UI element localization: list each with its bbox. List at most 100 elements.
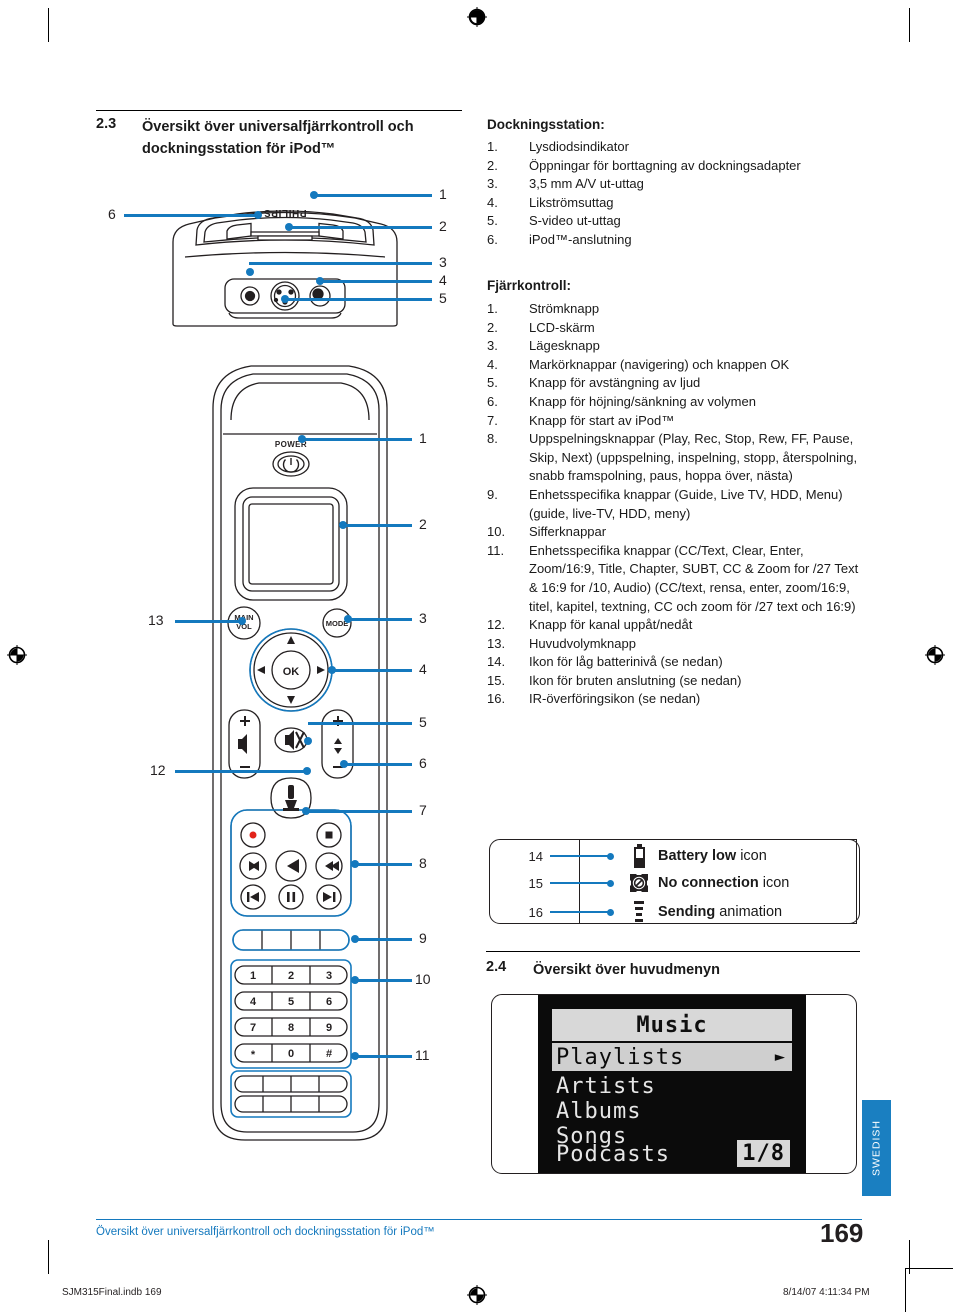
svg-text:9: 9: [326, 1022, 332, 1034]
dock-callout-dot-4: [316, 277, 324, 285]
list-item: 4. Markörknappar (navigering) och knappen…: [487, 356, 869, 375]
list-item: 6. Knapp för höjning/sänkning av volymen: [487, 393, 869, 412]
list-item: 6. iPod™-anslutning: [487, 231, 877, 250]
legend-label-sending: Sending animation: [658, 904, 782, 920]
remote-list: 1. Strömknapp 2. LCD-skärm 3. Lägesknapp 4.…: [487, 300, 869, 709]
list-item-number: 5.: [487, 213, 498, 229]
list-item-text: Likströmsuttag: [529, 194, 614, 210]
list-item-text: iPod™-anslutning: [529, 231, 632, 247]
svg-text:7: 7: [250, 1022, 256, 1034]
list-item: 14. Ikon för låg batterinivå (se nedan): [487, 653, 869, 672]
list-item-number: 5.: [487, 375, 498, 391]
legend-leader-dot: [607, 908, 614, 916]
remote-callout-line-8: [355, 863, 412, 866]
list-item-text: IR-överföringsikon (se nedan): [529, 691, 701, 707]
battery-low-icon: [624, 844, 654, 868]
remote-callout-number-3: 3: [419, 610, 427, 626]
section-23-title-line2: dockningsstation för iPod™: [142, 141, 336, 157]
legend-leader-line: [550, 881, 608, 885]
legend-number-14: 14: [528, 848, 543, 864]
legend-leader-dot: [607, 879, 614, 887]
remote-callout-number-4: 4: [419, 661, 427, 677]
list-item-text: Enhetsspecifika knappar (CC/Text, Clear,…: [529, 542, 859, 614]
list-item: 12. Knapp för kanal uppåt/nedåt: [487, 616, 869, 635]
list-item-text: Knapp för start av iPod™: [529, 412, 675, 428]
remote-callout-number-9: 9: [419, 930, 427, 946]
list-item-number: 16.: [487, 691, 506, 707]
list-item-number: 2.: [487, 319, 498, 335]
list-item: 13. Huvudvolymknapp: [487, 635, 869, 654]
section-23-number: 2.3: [96, 116, 117, 132]
list-item-number: 6.: [487, 231, 498, 247]
lcd-selected-label: Playlists: [556, 1044, 685, 1070]
legend-label-rest: animation: [719, 904, 783, 920]
remote-callout-line-11: [355, 1055, 412, 1058]
legend-label-connection: No connection icon: [658, 875, 789, 891]
timestamp-slug: 8/14/07 4:11:34 PM: [783, 1287, 870, 1298]
list-item-number: 15.: [487, 672, 506, 688]
list-item-text: Enhetsspecifika knappar (Guide, Live TV,…: [529, 486, 843, 521]
remote-callout-line-13: [175, 620, 242, 623]
svg-text:#: #: [326, 1048, 332, 1060]
section-23-title-line1: Översikt över universalfjärrkontroll och: [142, 119, 414, 135]
list-item: 5. S-video ut-uttag: [487, 212, 877, 231]
legend-label-rest: icon: [740, 848, 767, 864]
list-item-number: 8.: [487, 431, 498, 447]
list-item: 10. Sifferknappar: [487, 523, 869, 542]
list-item-text: Ikon för låg batterinivå (se nedan): [529, 654, 723, 670]
remote-callout-line-1: [302, 438, 412, 441]
remote-callout-number-2: 2: [419, 516, 427, 532]
legend-label-rest: icon: [762, 875, 790, 891]
file-slug: SJM315Final.indb 169: [62, 1287, 162, 1298]
remote-callout-line-9: [355, 938, 412, 941]
list-item: 2. LCD-skärm: [487, 319, 869, 338]
section-24-title: Översikt över huvudmenyn: [533, 962, 720, 978]
legend-label-bold: No connection: [658, 875, 759, 891]
remote-callout-number-1: 1: [419, 430, 427, 446]
dock-callout-dot-1: [310, 191, 318, 199]
remote-callout-dot-9: [351, 935, 359, 943]
dock-callout-number-4: 4: [439, 272, 447, 288]
lcd-item: Albums: [556, 1099, 642, 1124]
list-item-number: 11.: [487, 542, 505, 558]
dock-callout-dot-2: [285, 223, 293, 231]
lcd-menu-title: Music: [552, 1009, 792, 1041]
no-connection-icon: [624, 872, 654, 894]
legend-leader-line: [550, 910, 608, 914]
list-item-number: 7.: [487, 412, 498, 428]
dock-callout-number-2: 2: [439, 218, 447, 234]
list-item: 8. Uppspelningsknappar (Play, Rec, Stop, …: [487, 430, 869, 486]
remote-callout-line-10: [355, 979, 412, 982]
list-item: 2. Öppningar för borttagning av docknings…: [487, 157, 877, 176]
list-item-text: S-video ut-uttag: [529, 213, 621, 229]
remote-callout-dot-2: [339, 521, 347, 529]
remote-callout-dot-4: [328, 666, 336, 674]
remote-callout-line-4: [332, 669, 412, 672]
list-item-text: Knapp för höjning/sänkning av volymen: [529, 393, 756, 409]
list-item-number: 3.: [487, 338, 498, 354]
remote-callout-dot-3: [344, 615, 352, 623]
lcd-item: Artists: [556, 1074, 656, 1099]
list-item: 7. Knapp för start av iPod™: [487, 412, 869, 431]
list-item-number: 9.: [487, 486, 498, 502]
remote-callout-number-12: 12: [150, 762, 166, 778]
dock-callout-number-5: 5: [439, 290, 447, 306]
lcd-page-indicator: 1/8: [737, 1140, 790, 1167]
svg-text:1: 1: [250, 970, 256, 982]
svg-text:PHILIPS: PHILIPS: [263, 207, 306, 218]
svg-text:4: 4: [250, 996, 257, 1008]
list-item-text: Ikon för bruten anslutning (se nedan): [529, 672, 742, 688]
remote-callout-dot-6: [340, 760, 348, 768]
section-24-number: 2.4: [486, 959, 507, 975]
legend-row-sending: 16 Sending animation: [517, 900, 782, 924]
remote-callout-line-2: [343, 524, 412, 527]
list-item-text: Huvudvolymknapp: [529, 635, 636, 651]
list-item-text: LCD-skärm: [529, 319, 595, 335]
remote-callout-number-5: 5: [419, 714, 427, 730]
list-item: 3. 3,5 mm A/V ut-uttag: [487, 175, 877, 194]
list-item-text: Öppningar för borttagning av dockningsad…: [529, 157, 801, 173]
legend-row-connection: 15 No connection icon: [517, 872, 789, 894]
list-item-number: 1.: [487, 301, 498, 316]
dock-callout-line-4: [320, 280, 432, 283]
remote-callout-dot-13: [238, 617, 246, 625]
